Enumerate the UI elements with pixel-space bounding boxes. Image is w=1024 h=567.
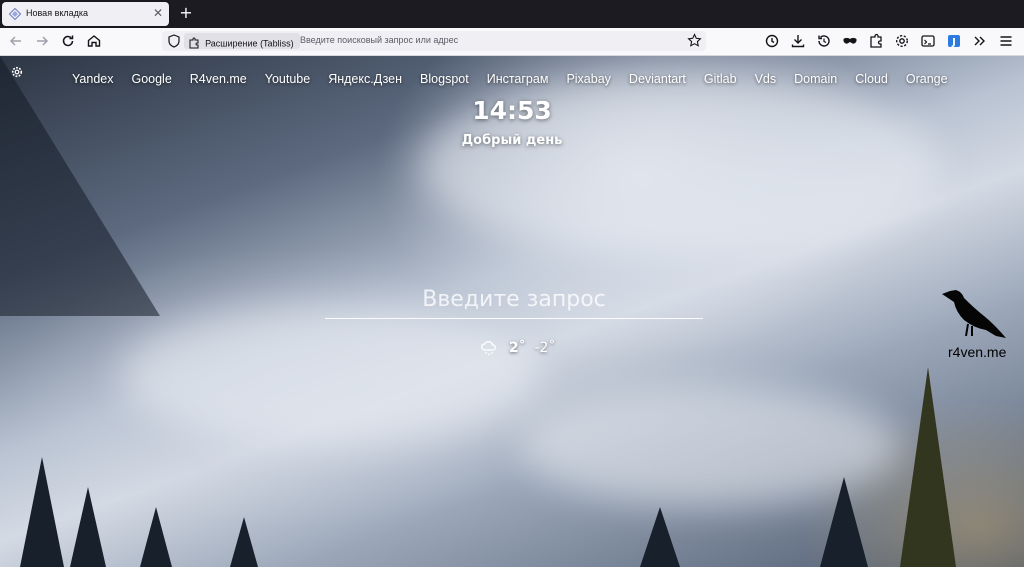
quick-link[interactable]: Domain — [794, 72, 837, 86]
home-button[interactable] — [85, 32, 103, 50]
private-mask-button[interactable] — [841, 32, 859, 50]
history-rewind-icon — [818, 35, 830, 47]
back-button[interactable] — [7, 32, 25, 50]
tab-new-tab[interactable]: Новая вкладка ✕ — [2, 2, 169, 26]
tree-silhouette — [820, 477, 868, 567]
history-button[interactable] — [763, 32, 781, 50]
reload-icon — [62, 35, 74, 47]
back-arrow-icon — [9, 36, 21, 46]
quick-link[interactable]: Deviantart — [629, 72, 686, 86]
tree-silhouette — [70, 487, 106, 567]
mask-icon — [843, 37, 857, 44]
navigation-toolbar: Расширение (Tabliss) Введите поисковый з… — [0, 28, 1024, 56]
address-bar[interactable]: Расширение (Tabliss) Введите поисковый з… — [162, 31, 706, 51]
quick-link[interactable]: Яндекс.Дзен — [328, 72, 402, 86]
weather-high-temp: 2˚ — [508, 340, 526, 356]
quick-link[interactable]: R4ven.me — [190, 72, 247, 86]
quick-links-bar: Yandex Google R4ven.me Youtube Яндекс.Дзен Bl… — [62, 68, 956, 86]
tree-silhouette — [900, 367, 956, 567]
home-icon — [87, 35, 101, 47]
extensions-button[interactable] — [867, 32, 885, 50]
overflow-chevron-button[interactable] — [971, 32, 989, 50]
snow-cloud-icon — [481, 340, 496, 356]
extension-j-button[interactable]: J — [945, 32, 963, 50]
raven-icon — [942, 290, 1006, 338]
extension-identity-chip[interactable]: Расширение (Tabliss) — [184, 33, 300, 49]
clock-icon — [765, 34, 779, 48]
tab-manager-button[interactable] — [919, 32, 937, 50]
app-menu-button[interactable] — [997, 32, 1015, 50]
quick-link[interactable]: Orange — [906, 72, 948, 86]
settings-button[interactable] — [893, 32, 911, 50]
double-chevron-right-icon — [974, 36, 985, 46]
gear-icon[interactable] — [10, 65, 24, 79]
new-tab-button[interactable]: + — [176, 3, 196, 23]
tree-silhouette — [140, 507, 172, 567]
tab-strip: Новая вкладка ✕ + — [0, 0, 1024, 28]
address-placeholder: Введите поисковый запрос или адрес — [300, 35, 459, 45]
fog-bank — [120, 306, 540, 446]
weather-widget[interactable]: 2˚ -2˚ — [480, 340, 555, 360]
shield-icon[interactable] — [167, 34, 181, 48]
restore-session-button[interactable] — [815, 32, 833, 50]
quick-link[interactable]: Google — [131, 72, 171, 86]
forward-button[interactable] — [33, 32, 51, 50]
reload-button[interactable] — [59, 32, 77, 50]
puzzle-piece-icon — [189, 37, 199, 48]
quick-link[interactable]: Yandex — [72, 72, 113, 86]
search-input[interactable] — [325, 280, 703, 319]
new-tab-page: Yandex Google R4ven.me Youtube Яндекс.Дзен Bl… — [0, 56, 1024, 567]
dark-forest-slope — [0, 56, 160, 316]
svg-text:J: J — [951, 37, 956, 48]
tree-silhouette — [640, 507, 680, 567]
greeting-text: Добрый день — [461, 133, 563, 148]
tree-silhouette — [230, 517, 258, 567]
tab-title: Новая вкладка — [26, 8, 89, 18]
quick-link[interactable]: Vds — [755, 72, 777, 86]
clock-time: 14:53 — [472, 96, 552, 125]
j-extension-icon: J — [948, 35, 960, 48]
save-to-pocket-button[interactable] — [789, 32, 807, 50]
quick-link[interactable]: Gitlab — [704, 72, 737, 86]
quick-link[interactable]: Cloud — [855, 72, 888, 86]
tabliss-favicon-icon — [9, 8, 21, 20]
watermark-text: r4ven.me — [948, 344, 1007, 360]
quick-link[interactable]: Blogspot — [420, 72, 469, 86]
quick-link[interactable]: Youtube — [265, 72, 310, 86]
tree-silhouette — [20, 457, 64, 567]
window-icon — [921, 35, 935, 47]
quick-link[interactable]: Pixabay — [566, 72, 610, 86]
raven-watermark: r4ven.me — [940, 286, 1024, 362]
forward-arrow-icon — [37, 36, 49, 46]
hamburger-menu-icon — [1000, 36, 1012, 46]
gear-icon — [895, 34, 909, 48]
puzzle-icon — [870, 33, 882, 48]
download-tray-icon — [791, 35, 805, 48]
tab-close-icon[interactable]: ✕ — [153, 6, 163, 20]
weather-low-temp: -2˚ — [534, 340, 556, 356]
bookmark-star-icon[interactable] — [687, 33, 702, 48]
extension-chip-label: Расширение (Tabliss) — [205, 38, 294, 49]
quick-link[interactable]: Инстаграм — [487, 72, 549, 86]
